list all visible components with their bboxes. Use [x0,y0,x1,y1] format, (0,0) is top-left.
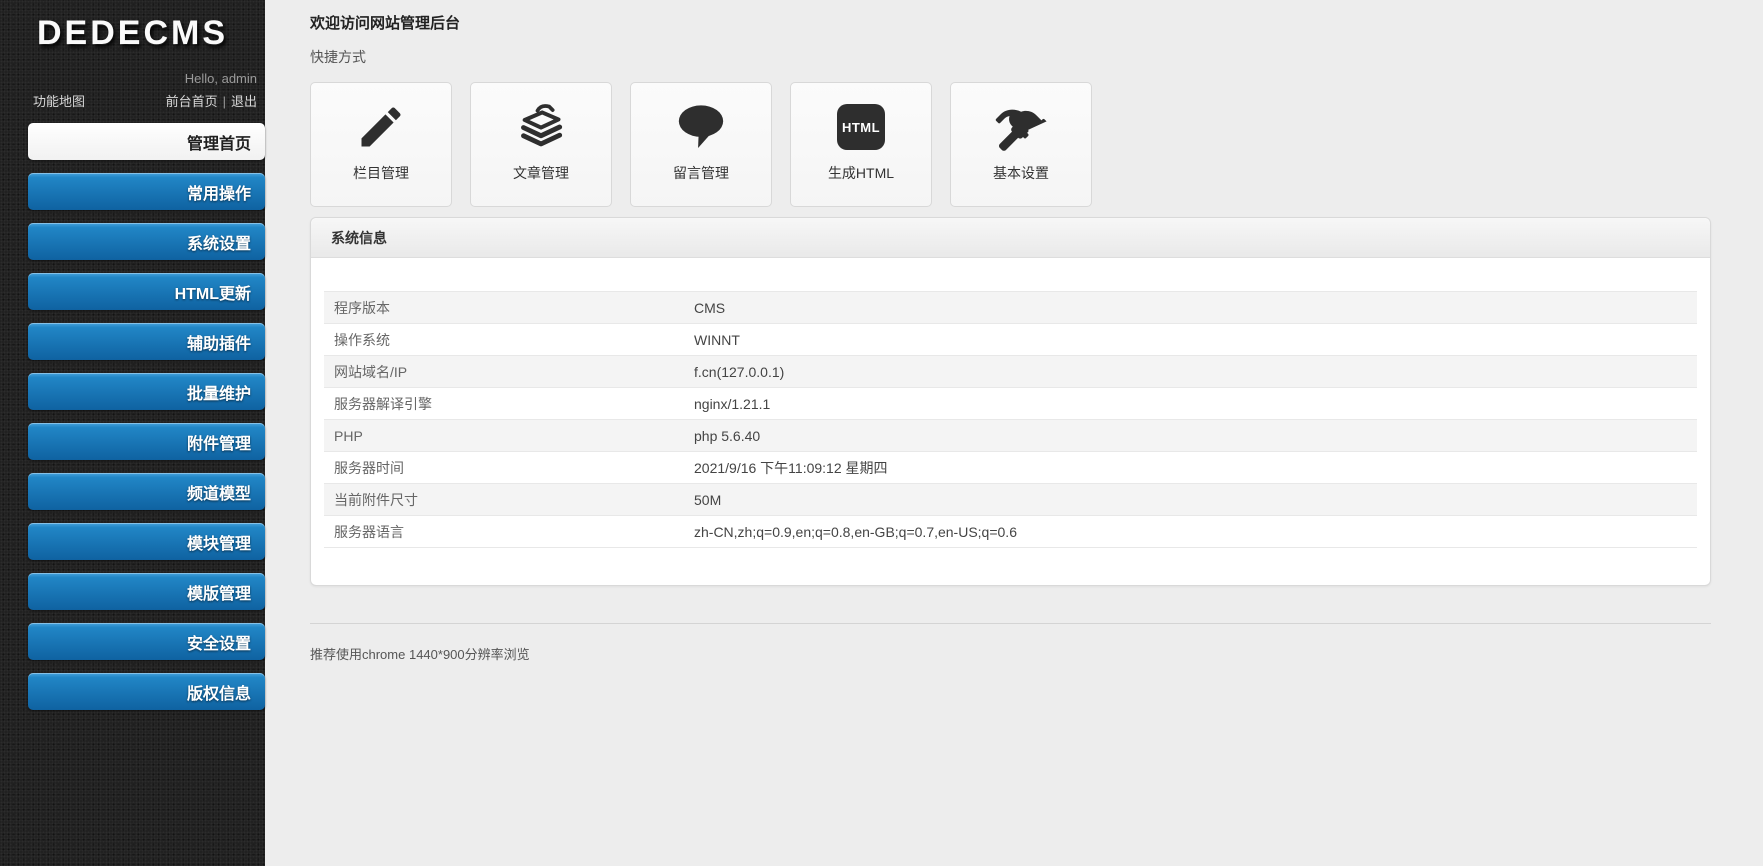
shortcut-card-message-management[interactable]: 留言管理 [630,82,772,207]
logout-link[interactable]: 退出 [231,94,257,109]
sidebar-item-admin-home[interactable]: 管理首页 [28,123,265,160]
row-label: 当前附件尺寸 [324,483,694,516]
row-label: 服务器语言 [324,515,694,548]
sidebar: DEDECMS Hello, admin 功能地图 前台首页 | 退出 管理首页 常… [0,0,265,866]
system-info-panel: 系统信息 程序版本 CMS 操作系统 WINNT 网站域名/IP f.cn(12… [310,217,1711,586]
sidebar-item-security-settings[interactable]: 安全设置 [28,623,265,660]
row-value: WINNT [694,323,1697,356]
shortcut-card-basic-settings[interactable]: 基本设置 [950,82,1092,207]
row-label: 服务器解译引擎 [324,387,694,420]
sidebar-item-batch-maintenance[interactable]: 批量维护 [28,373,265,410]
system-info-body: 程序版本 CMS 操作系统 WINNT 网站域名/IP f.cn(127.0.0… [311,258,1710,585]
table-row: 操作系统 WINNT [324,323,1697,356]
row-label: 操作系统 [324,323,694,356]
table-row: PHP php 5.6.40 [324,419,1697,452]
dedecms-logo: DEDECMS [36,14,229,52]
shortcut-card-article-management[interactable]: 文章管理 [470,82,612,207]
row-label: 服务器时间 [324,451,694,484]
shortcut-card-column-management[interactable]: 栏目管理 [310,82,452,207]
row-value: nginx/1.21.1 [694,387,1697,420]
row-label: PHP [324,419,694,452]
shortcut-card-label: 栏目管理 [353,165,409,181]
system-info-header: 系统信息 [311,218,1710,258]
pencil-icon [355,97,407,157]
sidebar-item-channel-model[interactable]: 频道模型 [28,473,265,510]
row-value: CMS [694,291,1697,324]
row-value: php 5.6.40 [694,419,1697,452]
shortcut-cards: 栏目管理 文章管理 留言管理 HTML 生成HTML 基本设置 [310,82,1711,207]
footer-note: 推荐使用chrome 1440*900分辨率浏览 [310,647,530,662]
sidebar-item-copyright-info[interactable]: 版权信息 [28,673,265,710]
sidebar-top-links: 功能地图 前台首页 | 退出 [0,91,265,110]
shortcuts-label: 快捷方式 [310,49,366,65]
shortcut-card-label: 生成HTML [827,165,895,181]
table-row: 网站域名/IP f.cn(127.0.0.1) [324,355,1697,388]
row-value: 2021/9/16 下午11:09:12 星期四 [694,451,1697,484]
row-value: 50M [694,483,1697,516]
front-site-link[interactable]: 前台首页 [166,94,218,109]
row-value: f.cn(127.0.0.1) [694,355,1697,388]
table-row: 当前附件尺寸 50M [324,483,1697,516]
sidebar-item-module-management[interactable]: 模块管理 [28,523,265,560]
table-row: 程序版本 CMS [324,291,1697,324]
row-label: 网站域名/IP [324,355,694,388]
shortcut-card-label: 基本设置 [993,165,1049,181]
system-info-table: 程序版本 CMS 操作系统 WINNT 网站域名/IP f.cn(127.0.0… [324,291,1697,548]
row-label: 程序版本 [324,291,694,324]
sidebar-item-template-management[interactable]: 模版管理 [28,573,265,610]
greeting-text: Hello, admin [184,71,257,86]
sidebar-item-system-settings[interactable]: 系统设置 [28,223,265,260]
stacked-papers-icon [513,97,569,157]
shortcut-card-label: 留言管理 [673,165,729,181]
table-row: 服务器时间 2021/9/16 下午11:09:12 星期四 [324,451,1697,484]
table-row: 服务器解译引擎 nginx/1.21.1 [324,387,1697,420]
page-title: 欢迎访问网站管理后台 [310,15,461,32]
link-divider: | [222,94,226,109]
html-badge-icon: HTML [837,97,885,157]
sidebar-item-attachment-management[interactable]: 附件管理 [28,423,265,460]
footer-divider [310,623,1711,624]
sidebar-item-plugins[interactable]: 辅助插件 [28,323,265,360]
hammer-icon [995,97,1047,157]
sidebar-menu: 管理首页 常用操作 系统设置 HTML更新 辅助插件 批量维护 附件管理 频道模… [0,123,265,710]
shortcut-card-label: 文章管理 [513,165,569,181]
sidebar-item-common-operations[interactable]: 常用操作 [28,173,265,210]
row-value: zh-CN,zh;q=0.9,en;q=0.8,en-GB;q=0.7,en-U… [694,515,1697,548]
speech-bubble-icon [673,97,729,157]
shortcut-card-generate-html[interactable]: HTML 生成HTML [790,82,932,207]
table-row: 服务器语言 zh-CN,zh;q=0.9,en;q=0.8,en-GB;q=0.… [324,515,1697,548]
sidebar-item-html-update[interactable]: HTML更新 [28,273,265,310]
function-map-link[interactable]: 功能地图 [33,91,85,110]
main-content: 欢迎访问网站管理后台 快捷方式 栏目管理 文章管理 留言管理 HTML 生成HT… [265,0,1763,866]
